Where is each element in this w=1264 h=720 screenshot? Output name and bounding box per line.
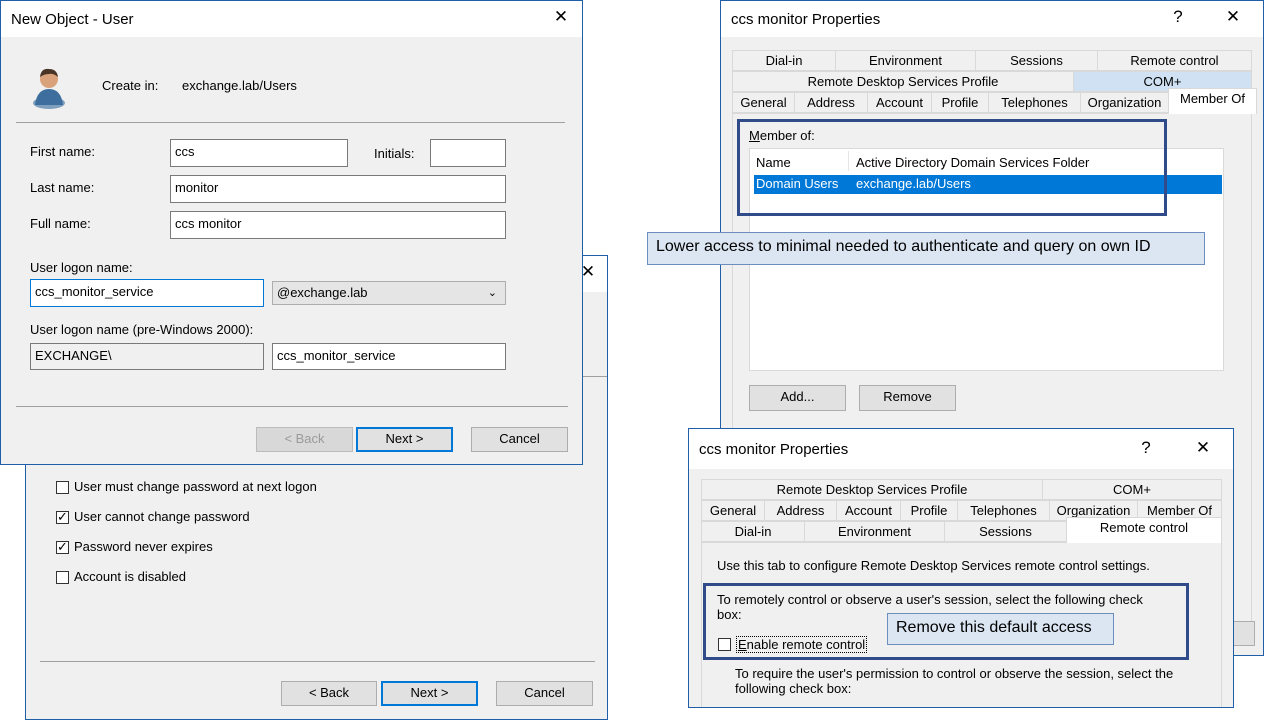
account-disabled-label: Account is disabled	[74, 569, 187, 584]
tab-profile[interactable]: Profile	[931, 92, 989, 113]
partially-hidden-button[interactable]	[1231, 621, 1255, 646]
tab-sessions[interactable]: Sessions	[944, 521, 1067, 542]
logon-name-label: User logon name:	[30, 260, 133, 275]
cancel-button[interactable]: Cancel	[471, 427, 568, 452]
tab-sessions[interactable]: Sessions	[975, 50, 1098, 71]
last-name-field[interactable]: monitor	[170, 175, 506, 203]
tab-rds-profile[interactable]: Remote Desktop Services Profile	[701, 479, 1043, 500]
close-icon[interactable]: ✕	[1221, 7, 1245, 27]
divider	[16, 406, 568, 407]
tab-member-of[interactable]: Member Of	[1168, 88, 1257, 114]
pre2000-label: User logon name (pre-Windows 2000):	[30, 322, 254, 337]
close-icon[interactable]: ✕	[1191, 438, 1215, 458]
first-name-label: First name:	[30, 144, 96, 159]
back-button[interactable]: < Back	[256, 427, 353, 452]
tab-rds-profile[interactable]: Remote Desktop Services Profile	[732, 71, 1074, 92]
initials-label: Initials:	[374, 146, 415, 161]
dialog-title: New Object - User	[11, 11, 134, 28]
next-button[interactable]: Next >	[381, 681, 478, 706]
domain-select-value: @exchange.lab	[277, 285, 368, 300]
domain-select[interactable]: @exchange.lab ⌄	[272, 281, 506, 305]
intro-text: Use this tab to configure Remote Desktop…	[717, 558, 1150, 573]
user-icon	[33, 68, 65, 109]
tab-telephones[interactable]: Telephones	[957, 500, 1050, 521]
must-change-password-checkbox[interactable]	[56, 481, 69, 494]
remove-button[interactable]: Remove	[859, 385, 956, 411]
create-in-value: exchange.lab/Users	[182, 78, 297, 93]
cannot-change-password-label: User cannot change password	[74, 509, 250, 524]
tab-environment[interactable]: Environment	[804, 521, 945, 542]
initials-field[interactable]	[430, 139, 506, 167]
create-in-label: Create in:	[102, 78, 159, 93]
tab-com-plus[interactable]: COM+	[1042, 479, 1222, 500]
tab-organization[interactable]: Organization	[1080, 92, 1169, 113]
password-never-expires-checkbox[interactable]	[56, 539, 69, 555]
cancel-button[interactable]: Cancel	[496, 681, 593, 706]
callout-remove-default-access: Remove this default access	[887, 613, 1114, 645]
tab-address[interactable]: Address	[764, 500, 837, 521]
tab-environment[interactable]: Environment	[835, 50, 976, 71]
close-icon[interactable]: ✕	[549, 7, 573, 27]
tab-remote-control[interactable]: Remote control	[1066, 517, 1222, 543]
tab-dial-in[interactable]: Dial-in	[732, 50, 836, 71]
tab-telephones[interactable]: Telephones	[988, 92, 1081, 113]
permission-instruction-text: To require the user's permission to cont…	[735, 666, 1174, 696]
full-name-field[interactable]: ccs monitor	[170, 211, 506, 239]
new-object-user-dialog: New Object - User ✕ Create in: exchange.…	[0, 0, 583, 465]
last-name-label: Last name:	[30, 180, 95, 195]
tab-dial-in[interactable]: Dial-in	[701, 521, 805, 542]
divider	[16, 122, 565, 123]
tab-profile[interactable]: Profile	[900, 500, 958, 521]
first-name-field[interactable]: ccs	[170, 139, 348, 167]
back-button[interactable]: < Back	[281, 681, 377, 706]
highlight-frame	[737, 119, 1167, 216]
must-change-password-label: User must change password at next logon	[74, 479, 317, 494]
next-button[interactable]: Next >	[356, 427, 453, 452]
divider	[581, 376, 607, 377]
callout-lower-access: Lower access to minimal needed to authen…	[647, 232, 1205, 265]
help-icon[interactable]: ?	[1166, 7, 1190, 27]
dialog-title: ccs monitor Properties	[731, 11, 881, 28]
help-icon[interactable]: ?	[1134, 438, 1158, 458]
divider	[40, 661, 595, 662]
account-disabled-checkbox[interactable]	[56, 571, 69, 584]
logon-name-field[interactable]: ccs_monitor_service	[30, 279, 264, 307]
password-never-expires-label: Password never expires	[74, 539, 213, 554]
add-button[interactable]: Add...	[749, 385, 846, 411]
tab-general[interactable]: General	[732, 92, 795, 113]
chevron-down-icon: ⌄	[487, 287, 497, 299]
full-name-label: Full name:	[30, 216, 91, 231]
tab-account[interactable]: Account	[867, 92, 932, 113]
tab-general[interactable]: General	[701, 500, 765, 521]
tab-remote-control[interactable]: Remote control	[1097, 50, 1252, 71]
pre2000-domain-field: EXCHANGE\	[30, 343, 264, 370]
cannot-change-password-checkbox[interactable]	[56, 509, 69, 525]
pre2000-logon-field[interactable]: ccs_monitor_service	[272, 343, 506, 370]
tab-address[interactable]: Address	[794, 92, 868, 113]
properties-dialog-remote-control: ccs monitor Properties ? ✕ Remote Deskto…	[688, 428, 1234, 708]
dialog-title: ccs monitor Properties	[699, 441, 849, 458]
tab-account[interactable]: Account	[836, 500, 901, 521]
